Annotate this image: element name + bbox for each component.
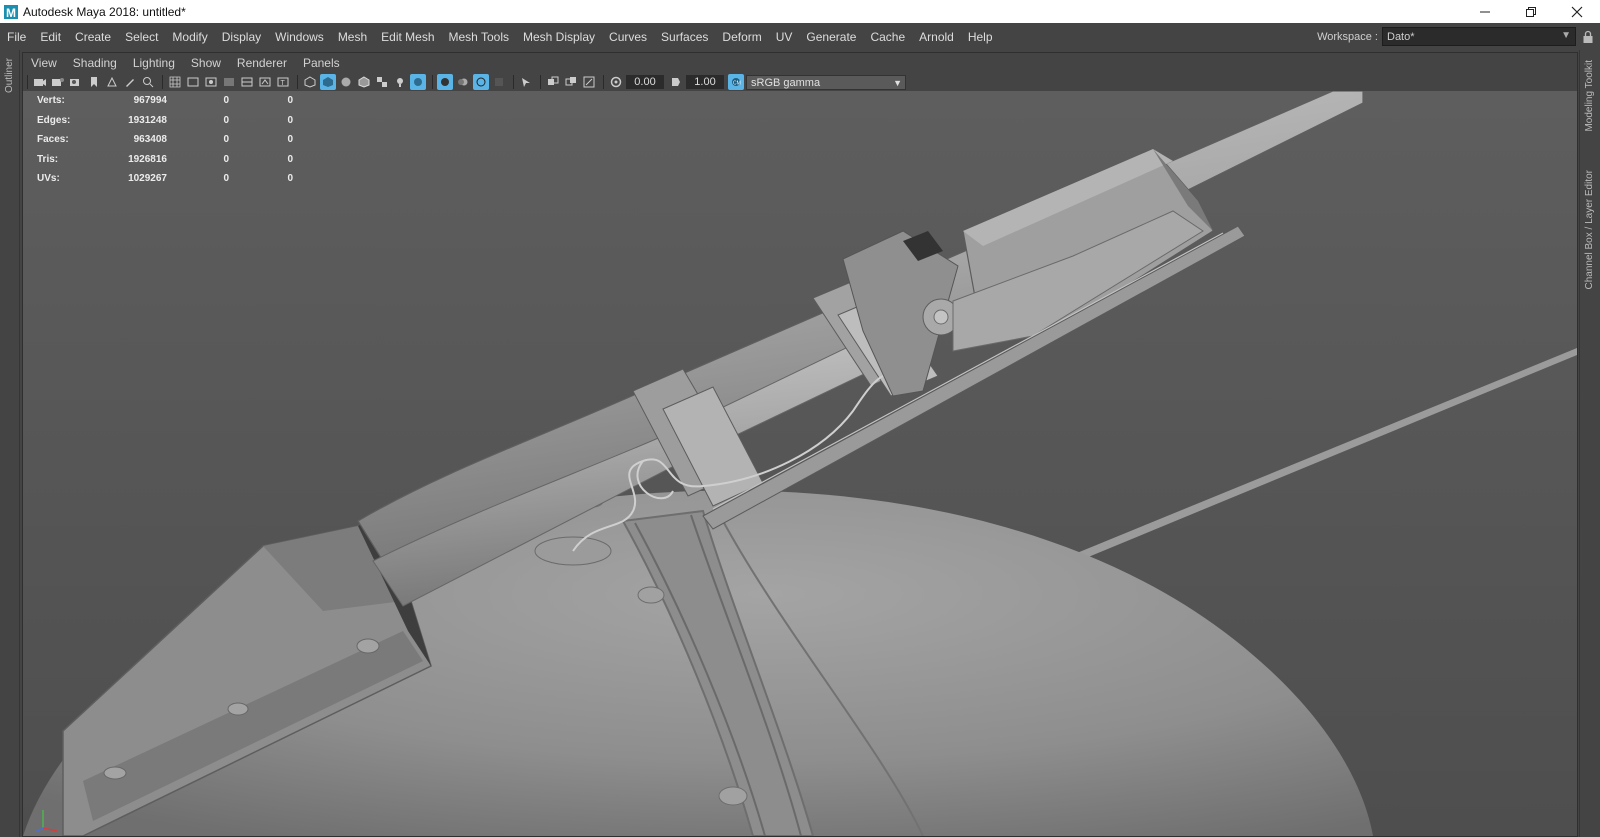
safe-action-icon[interactable]: [257, 74, 273, 90]
workspace-dropdown[interactable]: Dato* ▼: [1382, 27, 1576, 46]
wireframe-icon[interactable]: [302, 74, 318, 90]
restore-button[interactable]: [1508, 0, 1554, 23]
workspace-label: Workspace :: [1317, 30, 1378, 43]
xray-active-icon[interactable]: [563, 74, 579, 90]
panel-menu-show[interactable]: Show: [183, 56, 229, 70]
menu-mesh-display[interactable]: Mesh Display: [516, 30, 602, 44]
safe-title-icon[interactable]: T: [275, 74, 291, 90]
title-bar: M Autodesk Maya 2018: untitled*: [0, 0, 1600, 23]
exposure-field[interactable]: 0.00: [626, 75, 664, 89]
hud-row-faces: Faces: 963408 0 0: [37, 134, 293, 146]
isolate-select-icon[interactable]: [518, 74, 534, 90]
camera-attributes-icon[interactable]: [68, 74, 84, 90]
close-button[interactable]: [1554, 0, 1600, 23]
menu-edit[interactable]: Edit: [33, 30, 68, 44]
menu-display[interactable]: Display: [215, 30, 268, 44]
modeling-toolkit-tab[interactable]: Modeling Toolkit: [1584, 60, 1595, 132]
menu-windows[interactable]: Windows: [268, 30, 331, 44]
screen-space-ao-icon[interactable]: [437, 74, 453, 90]
menu-select[interactable]: Select: [118, 30, 165, 44]
hud-row-verts: Verts: 967994 0 0: [37, 95, 293, 107]
view-axis-icon: [34, 810, 58, 833]
menu-file[interactable]: File: [0, 30, 33, 44]
lock-icon[interactable]: [1576, 30, 1600, 44]
camera-icon[interactable]: [32, 74, 48, 90]
3d-viewport[interactable]: Verts: 967994 0 0 Edges: 1931248 0 0 Fac…: [23, 91, 1577, 836]
svg-text:M: M: [6, 6, 16, 19]
maya-logo-icon: M: [3, 4, 19, 20]
film-gate-icon[interactable]: [185, 74, 201, 90]
depth-of-field-icon[interactable]: [491, 74, 507, 90]
motion-blur-icon[interactable]: [455, 74, 471, 90]
panel-menu-lighting[interactable]: Lighting: [125, 56, 183, 70]
panel-menu-bar: View Shading Lighting Show Renderer Pane…: [23, 53, 1577, 73]
panel-menu-panels[interactable]: Panels: [295, 56, 348, 70]
xray-icon[interactable]: [545, 74, 561, 90]
smooth-shade-icon[interactable]: [320, 74, 336, 90]
restore-icon: [1526, 6, 1536, 17]
viewport-panel: View Shading Lighting Show Renderer Pane…: [22, 52, 1578, 837]
hud-row-tris: Tris: 1926816 0 0: [37, 153, 293, 165]
bookmark-icon[interactable]: [86, 74, 102, 90]
right-side-strip: Modeling Toolkit Channel Box / Layer Edi…: [1579, 50, 1600, 837]
menu-edit-mesh[interactable]: Edit Mesh: [374, 30, 441, 44]
panel-menu-view[interactable]: View: [23, 56, 65, 70]
image-plane-icon[interactable]: [104, 74, 120, 90]
gate-mask-icon[interactable]: [221, 74, 237, 90]
menu-arnold[interactable]: Arnold: [912, 30, 961, 44]
minimize-button[interactable]: [1462, 0, 1508, 23]
default-material-icon[interactable]: [338, 74, 354, 90]
channel-box-tab[interactable]: Channel Box / Layer Editor: [1584, 170, 1595, 290]
menu-modify[interactable]: Modify: [165, 30, 214, 44]
menu-mesh[interactable]: Mesh: [331, 30, 374, 44]
svg-text:T: T: [281, 80, 286, 87]
outliner-tab[interactable]: Outliner: [4, 58, 15, 93]
gamma-field[interactable]: 1.00: [686, 75, 724, 89]
left-side-strip: Outliner: [0, 50, 20, 837]
poly-count-hud: Verts: 967994 0 0 Edges: 1931248 0 0 Fac…: [37, 91, 293, 189]
wireframe-on-shaded-icon[interactable]: [356, 74, 372, 90]
color-space-value: sRGB gamma: [751, 76, 821, 89]
workspace-value: Dato*: [1387, 30, 1415, 43]
chevron-down-icon: ▼: [1561, 30, 1571, 41]
resolution-gate-icon[interactable]: [203, 74, 219, 90]
use-all-lights-icon[interactable]: [392, 74, 408, 90]
menu-cache[interactable]: Cache: [863, 30, 912, 44]
panel-menu-renderer[interactable]: Renderer: [229, 56, 295, 70]
color-management-icon[interactable]: CM: [728, 74, 744, 90]
svg-text:CM: CM: [733, 81, 741, 87]
chevron-down-icon: ▼: [893, 77, 902, 88]
menu-surfaces[interactable]: Surfaces: [654, 30, 715, 44]
panel-toolbar: T 0.00 1.00 CM sRGB gamma ▼: [23, 73, 1577, 91]
main-menu-bar: File Edit Create Select Modify Display W…: [0, 23, 1600, 50]
xray-joints-icon[interactable]: [581, 74, 597, 90]
menu-deform[interactable]: Deform: [715, 30, 768, 44]
menu-help[interactable]: Help: [961, 30, 1000, 44]
scene-render: [23, 91, 1577, 836]
multisample-aa-icon[interactable]: [473, 74, 489, 90]
menu-uv[interactable]: UV: [769, 30, 800, 44]
field-chart-icon[interactable]: [239, 74, 255, 90]
minimize-icon: [1480, 11, 1490, 12]
gamma-icon[interactable]: [668, 74, 684, 90]
close-icon: [1571, 6, 1583, 17]
shadows-icon[interactable]: [410, 74, 426, 90]
window-title: Autodesk Maya 2018: untitled*: [23, 4, 186, 19]
textured-icon[interactable]: [374, 74, 390, 90]
exposure-icon[interactable]: [608, 74, 624, 90]
menu-create[interactable]: Create: [68, 30, 118, 44]
hud-row-edges: Edges: 1931248 0 0: [37, 114, 293, 126]
menu-curves[interactable]: Curves: [602, 30, 654, 44]
panel-menu-shading[interactable]: Shading: [65, 56, 125, 70]
menu-mesh-tools[interactable]: Mesh Tools: [442, 30, 516, 44]
menu-generate[interactable]: Generate: [799, 30, 863, 44]
grease-pencil-icon[interactable]: [122, 74, 138, 90]
grid-icon[interactable]: [167, 74, 183, 90]
color-space-dropdown[interactable]: sRGB gamma ▼: [746, 74, 906, 90]
2d-pan-zoom-icon[interactable]: [140, 74, 156, 90]
hud-row-uvs: UVs: 1029267 0 0: [37, 173, 293, 185]
camera-lock-icon[interactable]: [50, 74, 66, 90]
